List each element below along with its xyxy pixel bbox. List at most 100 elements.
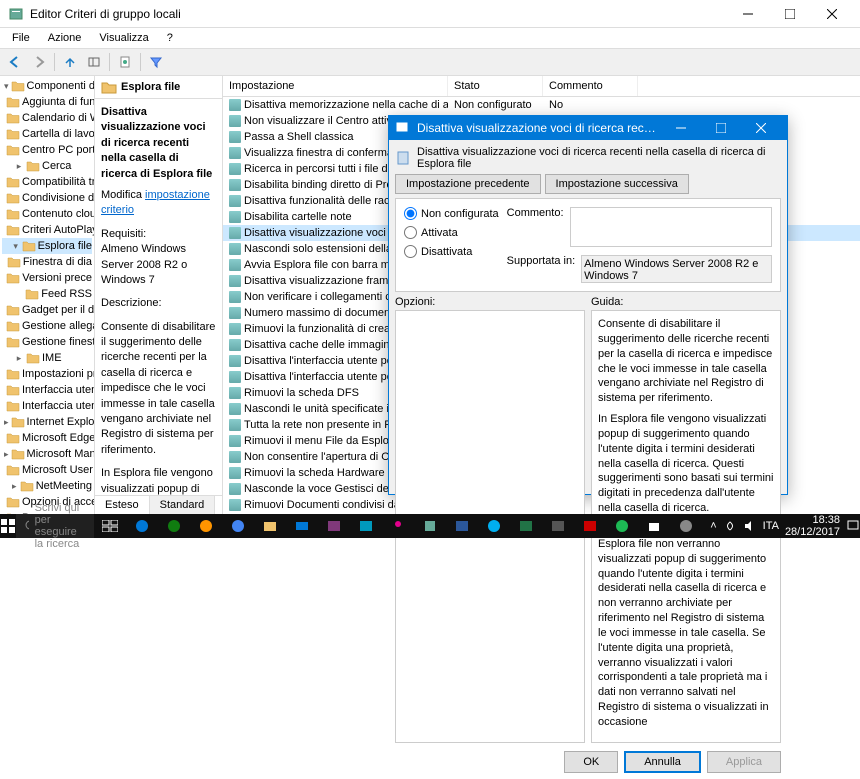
app-onenote[interactable] <box>318 514 350 538</box>
app-spotify[interactable] <box>606 514 638 538</box>
tree-item[interactable]: Interfaccia utente <box>2 398 92 414</box>
menu-view[interactable]: Visualizza <box>91 30 156 46</box>
tree-item[interactable]: Impostazioni pre <box>2 366 92 382</box>
help-p2: In Esplora file vengono visualizzati pop… <box>598 412 774 516</box>
tray-network-icon[interactable] <box>723 520 737 532</box>
tree-item[interactable]: ▸Internet Explorer <box>2 414 92 430</box>
tree-item[interactable]: Compatibilità tra <box>2 174 92 190</box>
comment-textarea[interactable] <box>570 207 772 247</box>
tree-item[interactable]: Finestra di dia <box>2 254 92 270</box>
tray-volume-icon[interactable] <box>743 520 757 532</box>
tree-item[interactable]: ▾Componenti di Winc <box>2 78 92 94</box>
tree-item[interactable]: Cartella di lavoro <box>2 126 92 142</box>
expand-icon[interactable]: ▾ <box>4 81 9 91</box>
tree-item[interactable]: Aggiunta di funz <box>2 94 92 110</box>
setting-icon <box>229 227 241 239</box>
tree-pane[interactable]: ▾Componenti di WincAggiunta di funzCalen… <box>0 76 95 514</box>
app-misc1[interactable] <box>542 514 574 538</box>
tab-extended[interactable]: Esteso <box>95 496 150 514</box>
up-button[interactable] <box>59 51 81 73</box>
forward-button[interactable] <box>28 51 50 73</box>
next-setting-button[interactable]: Impostazione successiva <box>545 174 689 194</box>
close-button[interactable] <box>812 3 852 25</box>
task-view-icon[interactable] <box>94 514 126 538</box>
cancel-button[interactable]: Annulla <box>624 751 701 773</box>
tree-item[interactable]: Criteri AutoPlay <box>2 222 92 238</box>
dialog-maximize-button[interactable] <box>701 116 741 140</box>
maximize-button[interactable] <box>770 3 810 25</box>
radio-disabled[interactable]: Disattivata <box>404 245 499 258</box>
properties-button[interactable] <box>114 51 136 73</box>
tree-item[interactable]: Calendario di Win <box>2 110 92 126</box>
tree-item[interactable]: Feed RSS <box>2 286 92 302</box>
dialog-minimize-button[interactable] <box>661 116 701 140</box>
tree-item[interactable]: ▾Esplora file <box>2 238 92 254</box>
show-hide-button[interactable] <box>83 51 105 73</box>
folder-icon <box>6 127 20 141</box>
notifications-icon[interactable] <box>846 519 860 533</box>
options-label: Opzioni: <box>395 296 585 308</box>
tree-item[interactable]: Versioni prece <box>2 270 92 286</box>
menu-file[interactable]: File <box>4 30 38 46</box>
app-gpedit[interactable] <box>414 514 446 538</box>
ok-button[interactable]: OK <box>564 751 618 773</box>
tree-item[interactable]: Gadget per il des <box>2 302 92 318</box>
tree-item[interactable]: Contenuto cloud <box>2 206 92 222</box>
tree-item[interactable]: Gestione finestre <box>2 334 92 350</box>
setting-row[interactable]: Disattiva memorizzazione nella cache di … <box>223 97 860 113</box>
taskbar-search[interactable]: Scrivi qui per eseguire la ricerca <box>16 514 94 538</box>
app-explorer[interactable] <box>254 514 286 538</box>
col-setting[interactable]: Impostazione <box>223 76 448 96</box>
minimize-button[interactable] <box>728 3 768 25</box>
app-edge[interactable] <box>126 514 158 538</box>
tray-up-icon[interactable]: ˄ <box>710 520 716 532</box>
expand-icon[interactable]: ▸ <box>4 449 9 459</box>
tree-item[interactable]: Centro PC portat <box>2 142 92 158</box>
app-excel[interactable] <box>510 514 542 538</box>
tree-item[interactable]: ▸Microsoft Manag <box>2 446 92 462</box>
tab-standard[interactable]: Standard <box>150 496 216 514</box>
start-button[interactable] <box>0 514 16 538</box>
expand-icon[interactable] <box>14 289 24 299</box>
tree-item[interactable]: Interfaccia utente <box>2 382 92 398</box>
radio-enabled[interactable]: Attivata <box>404 226 499 239</box>
apply-button[interactable]: Applica <box>707 751 781 773</box>
tray-language[interactable]: ITA <box>763 520 779 532</box>
app-store[interactable] <box>638 514 670 538</box>
radio-not-configured[interactable]: Non configurata <box>404 207 499 220</box>
col-comment[interactable]: Commento <box>543 76 638 96</box>
app-xbox[interactable] <box>158 514 190 538</box>
expand-icon[interactable]: ▸ <box>14 161 24 171</box>
folder-icon <box>26 159 40 173</box>
tree-item[interactable]: ▸NetMeeting <box>2 478 92 494</box>
app-photos[interactable] <box>350 514 382 538</box>
tree-item[interactable]: Microsoft User Ex <box>2 462 92 478</box>
tree-item[interactable]: Condivisione di r <box>2 190 92 206</box>
expand-icon[interactable]: ▸ <box>14 353 24 363</box>
tree-item[interactable]: Gestione allegati <box>2 318 92 334</box>
help-p3: Nota: se si abilita questo criterio, in … <box>598 522 774 730</box>
back-button[interactable] <box>4 51 26 73</box>
prev-setting-button[interactable]: Impostazione precedente <box>395 174 541 194</box>
app-word[interactable] <box>446 514 478 538</box>
app-chrome[interactable] <box>222 514 254 538</box>
app-misc2[interactable] <box>574 514 606 538</box>
expand-icon[interactable]: ▸ <box>11 481 18 491</box>
tree-item[interactable]: Microsoft Edge <box>2 430 92 446</box>
menu-help[interactable]: ? <box>159 30 181 46</box>
col-state[interactable]: Stato <box>448 76 543 96</box>
tray-clock[interactable]: 18:38 28/12/2017 <box>785 514 840 538</box>
app-firefox[interactable] <box>190 514 222 538</box>
tree-item[interactable]: ▸Cerca <box>2 158 92 174</box>
app-people[interactable] <box>382 514 414 538</box>
app-mail[interactable] <box>286 514 318 538</box>
app-skype[interactable] <box>478 514 510 538</box>
tree-item[interactable]: ▸IME <box>2 350 92 366</box>
menu-action[interactable]: Azione <box>40 30 90 46</box>
expand-icon[interactable]: ▾ <box>12 241 20 251</box>
expand-icon[interactable]: ▸ <box>4 417 9 427</box>
filter-button[interactable] <box>145 51 167 73</box>
dialog-close-button[interactable] <box>741 116 781 140</box>
folder-icon <box>11 79 25 93</box>
app-misc3[interactable] <box>670 514 702 538</box>
